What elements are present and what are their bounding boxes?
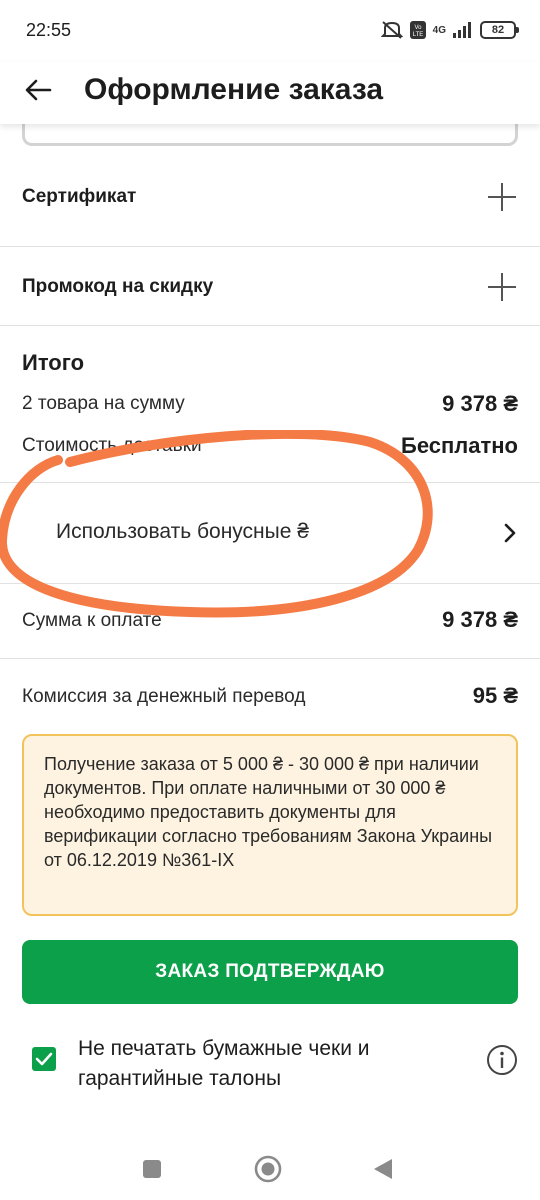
confirm-order-button[interactable]: ЗАКАЗ ПОДТВЕРЖДАЮ <box>22 940 518 1004</box>
network-type-label: 4G <box>432 24 446 36</box>
plus-icon[interactable] <box>488 273 516 301</box>
promo-label: Промокод на скидку <box>22 276 214 297</box>
payment-sum-label: Сумма к оплате <box>22 610 162 631</box>
svg-text:LTE: LTE <box>412 32 423 38</box>
battery-level: 82 <box>491 24 505 36</box>
page-title: Оформление заказа <box>84 73 384 106</box>
commission-label: Комиссия за денежный перевод <box>22 686 306 707</box>
items-sum-value: 9 378 ₴ <box>442 391 518 416</box>
use-bonus-label: Использовать бонусные ₴ <box>56 520 309 543</box>
chevron-right-icon <box>504 523 516 543</box>
certificate-row[interactable]: Сертификат <box>0 150 540 246</box>
divider <box>0 325 540 326</box>
home-button[interactable] <box>253 1154 283 1184</box>
home-circle-icon <box>254 1155 282 1183</box>
battery-icon: 82 <box>480 21 519 39</box>
notice-box: Получение заказа от 5 000 ₴ - 30 000 ₴ п… <box>22 734 518 916</box>
signal-icon <box>453 22 471 38</box>
commission-value: 95 ₴ <box>472 683 518 708</box>
app-header: Оформление заказа <box>0 62 540 124</box>
items-sum-label: 2 товара на сумму <box>22 393 185 414</box>
info-icon[interactable] <box>486 1044 518 1076</box>
certificate-label: Сертификат <box>22 186 137 207</box>
payment-sum-value: 9 378 ₴ <box>442 607 518 632</box>
triangle-back-icon <box>374 1159 392 1179</box>
status-time: 22:55 <box>26 20 72 40</box>
square-icon <box>143 1160 161 1178</box>
back-button[interactable] <box>18 70 58 110</box>
use-bonus-row[interactable]: Использовать бонусные ₴ <box>0 484 540 582</box>
back-nav-button[interactable] <box>368 1154 398 1184</box>
recent-apps-button[interactable] <box>137 1154 167 1184</box>
delivery-cost-label: Стоимость доставки <box>22 435 202 456</box>
arrow-left-icon <box>25 79 52 101</box>
volte-icon: Vo LTE <box>409 21 426 39</box>
status-icons: Vo LTE 4G 82 <box>380 18 519 42</box>
divider <box>0 658 540 659</box>
promo-row[interactable]: Промокод на скидку <box>0 247 540 325</box>
checkmark-icon <box>35 1052 53 1066</box>
status-bar: 22:55 Vo LTE 4G 82 <box>0 0 540 62</box>
delivery-cost-value: Бесплатно <box>401 433 518 458</box>
mute-icon <box>380 21 403 39</box>
total-title: Итого <box>22 350 85 375</box>
divider <box>0 482 540 483</box>
svg-text:Vo: Vo <box>414 25 422 31</box>
divider <box>0 583 540 584</box>
notice-text: Получение заказа от 5 000 ₴ - 30 000 ₴ п… <box>44 754 493 870</box>
no-paper-receipts-label: Не печатать бумажные чеки и гарантийные … <box>78 1037 370 1090</box>
system-nav-bar <box>0 1140 540 1200</box>
plus-icon[interactable] <box>488 183 516 211</box>
no-paper-receipts-checkbox[interactable] <box>32 1047 56 1071</box>
